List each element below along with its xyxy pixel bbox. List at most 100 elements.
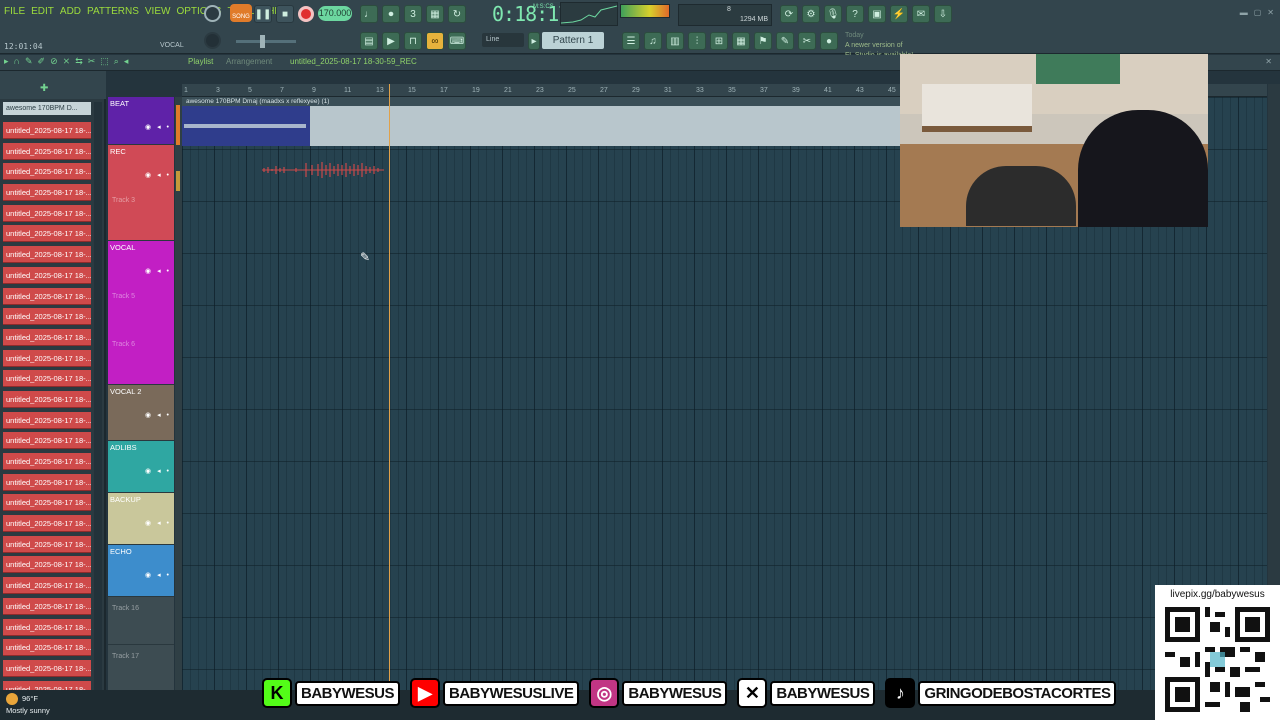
browser-file-item[interactable]: untitled_2025-08-17 18-... xyxy=(3,659,91,677)
mute-icon[interactable]: ⨯ xyxy=(63,56,71,67)
track-header-backup[interactable]: BACKUP ◉ ◂ • xyxy=(108,493,174,545)
browser-icon[interactable]: ⊞ xyxy=(710,32,728,50)
browser-add-icon[interactable]: ✚ xyxy=(40,83,48,94)
browser-file-item[interactable]: untitled_2025-08-17 18-... xyxy=(3,390,91,408)
track-header-empty-7[interactable]: Track 16 xyxy=(108,597,174,645)
microphone-icon[interactable]: 🎙 xyxy=(824,5,842,23)
minimize-icon[interactable]: ▬ xyxy=(1240,8,1248,17)
browser-file-item[interactable]: untitled_2025-08-17 18-... xyxy=(3,597,91,615)
mixer-icon[interactable]: ⚙ xyxy=(802,5,820,23)
download-icon[interactable]: ⇩ xyxy=(934,5,952,23)
channel-rack-icon[interactable]: ▥ xyxy=(666,32,684,50)
track-header-adlibs[interactable]: ADLIBS ◉ ◂ • xyxy=(108,441,174,493)
playhead-marker[interactable] xyxy=(389,84,390,688)
browser-file-item[interactable]: untitled_2025-08-17 18-... xyxy=(3,204,91,222)
track-header-vocal-2[interactable]: VOCAL 2 ◉ ◂ • xyxy=(108,385,174,441)
browser-file-item[interactable]: untitled_2025-08-17 18-... xyxy=(3,453,91,470)
brush-icon[interactable]: ✐ xyxy=(38,56,46,67)
link-icon[interactable]: ∞ xyxy=(426,32,444,50)
track-controls-icon[interactable]: ◉ ◂ • xyxy=(145,467,171,475)
help-icon[interactable]: ? xyxy=(846,5,864,23)
track-header-echo[interactable]: ECHO ◉ ◂ • xyxy=(108,545,174,597)
countdown-icon[interactable]: 3 xyxy=(404,5,422,23)
track-controls-icon[interactable]: ◉ ◂ • xyxy=(145,571,171,579)
plugin-icon[interactable]: ⚡ xyxy=(890,5,908,23)
online-icon[interactable]: ⟳ xyxy=(780,5,798,23)
track-header-rec[interactable]: REC ◉ ◂ • Track 3 xyxy=(108,145,174,241)
chat-icon[interactable]: ✉ xyxy=(912,5,930,23)
browser-file-item[interactable]: untitled_2025-08-17 18-... xyxy=(3,266,91,284)
weather-widget[interactable]: 96°F Mostly sunny xyxy=(6,693,50,716)
step-edit-icon[interactable]: ▦ xyxy=(426,5,444,23)
loop-record-icon[interactable]: ↻ xyxy=(448,5,466,23)
snap-icon[interactable]: ▤ xyxy=(360,32,378,50)
metronome-icon[interactable]: ♩ xyxy=(360,5,378,23)
pattern-prev-icon[interactable]: ▸ xyxy=(528,32,540,50)
touch-icon[interactable]: ✎ xyxy=(776,32,794,50)
menu-patterns[interactable]: PATTERNS xyxy=(87,6,139,17)
save-icon[interactable]: ▣ xyxy=(868,5,886,23)
browser-file-item[interactable]: untitled_2025-08-17 18-... xyxy=(3,163,91,181)
play-icon[interactable]: ▸ xyxy=(4,56,9,67)
browser-file-item[interactable]: untitled_2025-08-17 18-... xyxy=(3,577,91,595)
project-icon[interactable]: ▦ xyxy=(732,32,750,50)
pause-button[interactable]: ❚❚ xyxy=(254,5,272,23)
zoom-icon[interactable]: ⌕ xyxy=(114,56,119,67)
record-icon[interactable]: ● xyxy=(820,32,838,50)
magnet-icon[interactable]: ⊓ xyxy=(404,32,422,50)
browser-file-item[interactable]: untitled_2025-08-17 18-... xyxy=(3,515,91,533)
browser-file-item[interactable]: untitled_2025-08-17 18-... xyxy=(3,494,91,512)
browser-file-item[interactable]: untitled_2025-08-17 18-... xyxy=(3,432,91,450)
wait-for-input-icon[interactable]: ⏺ xyxy=(382,5,400,23)
browser-selected-item[interactable]: awesome 170BPM D... xyxy=(3,102,91,115)
track-controls-icon[interactable]: ◉ ◂ • xyxy=(145,267,171,275)
slice-icon[interactable]: ✂ xyxy=(88,56,96,67)
browser-file-item[interactable]: untitled_2025-08-17 18-... xyxy=(3,142,91,160)
pattern-selector[interactable]: Pattern 1 xyxy=(542,32,604,49)
select-icon[interactable]: ⬚ xyxy=(100,56,109,67)
track-controls-icon[interactable]: ◉ ◂ • xyxy=(145,519,171,527)
track-controls-icon[interactable]: ◉ ◂ • xyxy=(145,411,171,419)
audio-clip-header[interactable]: awesome 170BPM Dmaj (maadxs x reflexyee)… xyxy=(182,97,900,106)
browser-file-item[interactable]: untitled_2025-08-17 18-... xyxy=(3,473,91,491)
master-knob[interactable] xyxy=(204,5,221,22)
stop-button[interactable]: ■ xyxy=(276,5,294,23)
menu-file[interactable]: FILE xyxy=(4,6,25,17)
track-header-beat[interactable]: BEAT ◉ ◂ • xyxy=(108,97,174,145)
track-controls-icon[interactable]: ◉ ◂ • xyxy=(145,123,171,131)
typing-keyboard-icon[interactable]: ⌨ xyxy=(448,32,466,50)
browser-file-item[interactable]: untitled_2025-08-17 18-... xyxy=(3,328,91,346)
browser-file-item[interactable]: untitled_2025-08-17 18-... xyxy=(3,308,91,326)
browser-file-item[interactable]: untitled_2025-08-17 18-... xyxy=(3,639,91,657)
track-header-empty-8[interactable]: Track 17 xyxy=(108,645,174,691)
browser-file-item[interactable]: untitled_2025-08-17 18-... xyxy=(3,122,91,139)
browser-file-item[interactable]: untitled_2025-08-17 18-... xyxy=(3,184,91,202)
delete-icon[interactable]: ⊘ xyxy=(50,56,58,67)
track-header-vocal[interactable]: VOCAL ◉ ◂ • Track 5 Track 6 xyxy=(108,241,174,385)
magnet-snap-icon[interactable]: ∩ xyxy=(14,56,20,67)
pencil-icon[interactable]: ✎ xyxy=(25,56,33,67)
playlist-icon[interactable]: ☰ xyxy=(622,32,640,50)
menu-view[interactable]: VIEW xyxy=(145,6,171,17)
close-icon[interactable]: ✕ xyxy=(1267,8,1274,17)
browser-file-item[interactable]: untitled_2025-08-17 18-... xyxy=(3,246,91,264)
slip-icon[interactable]: ⇆ xyxy=(75,56,83,67)
maximize-icon[interactable]: ▢ xyxy=(1254,8,1262,17)
browser-file-item[interactable]: untitled_2025-08-17 18-... xyxy=(3,225,91,243)
tempo-display[interactable]: 170.000 xyxy=(318,6,352,21)
play-pattern-icon[interactable]: ▶ xyxy=(382,32,400,50)
snap-selector[interactable]: Line xyxy=(482,33,524,47)
record-button[interactable] xyxy=(298,6,314,22)
browser-file-item[interactable]: untitled_2025-08-17 18-... xyxy=(3,618,91,636)
piano-roll-icon[interactable]: ♫ xyxy=(644,32,662,50)
master-volume-slider[interactable] xyxy=(236,35,296,48)
playback-icon[interactable]: ◂ xyxy=(124,56,129,67)
browser-file-item[interactable]: untitled_2025-08-17 18-... xyxy=(3,370,91,388)
audio-clip-rec[interactable] xyxy=(262,160,384,180)
browser-file-item[interactable]: untitled_2025-08-17 18-... xyxy=(3,556,91,574)
song-mode-toggle[interactable]: SONG xyxy=(230,4,252,22)
browser-file-item[interactable]: untitled_2025-08-17 18-... xyxy=(3,287,91,305)
plugin-db-icon[interactable]: ⚑ xyxy=(754,32,772,50)
browser-file-item[interactable]: untitled_2025-08-17 18-... xyxy=(3,535,91,553)
track-controls-icon[interactable]: ◉ ◂ • xyxy=(145,171,171,179)
